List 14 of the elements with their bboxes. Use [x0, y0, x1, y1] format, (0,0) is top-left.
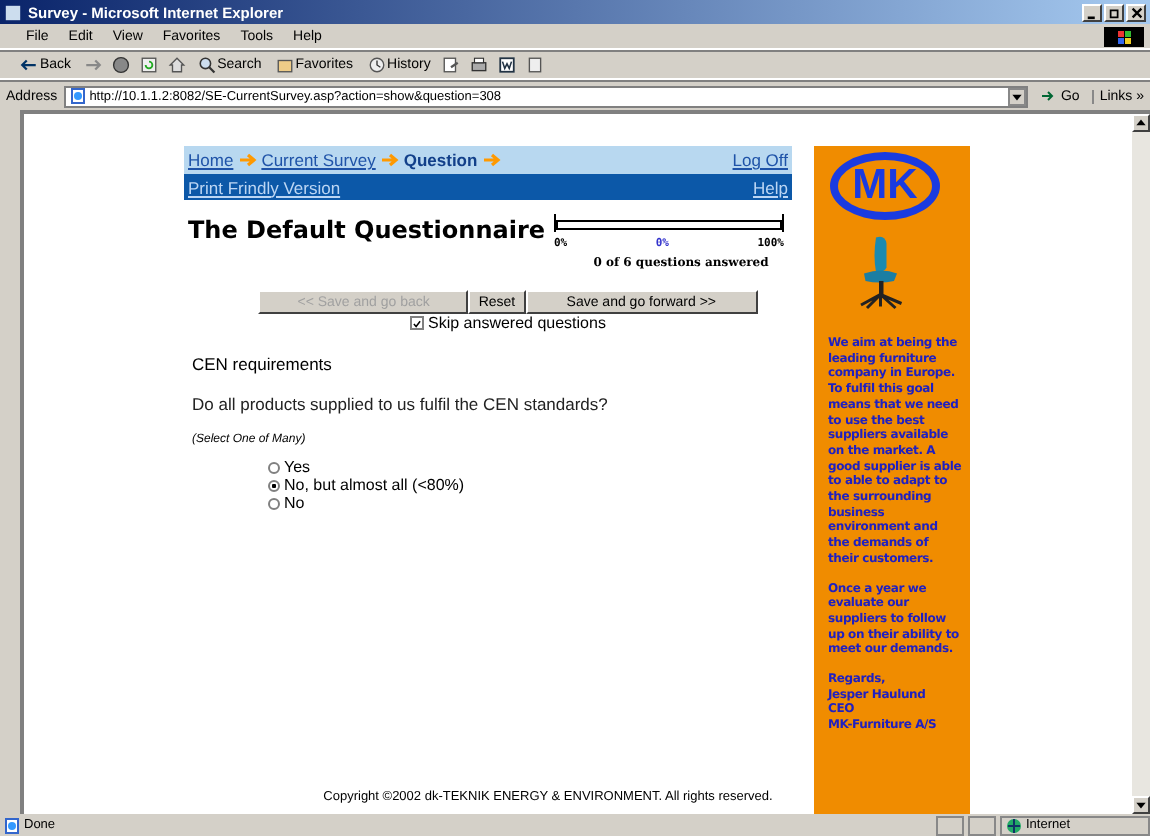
help-link[interactable]: Help [753, 177, 788, 197]
print-link[interactable]: Print Frindly Version [188, 177, 341, 197]
checkbox-label: Skip answered questions [428, 314, 606, 332]
breadcrumb-link[interactable]: Home [188, 150, 234, 170]
option-label: No, but almost all (<80%) [284, 476, 465, 494]
questionnaire-title: The Default Questionnaire [188, 214, 546, 248]
breadcrumb-link[interactable]: Current Survey [261, 150, 376, 170]
option-label: Yes [284, 458, 311, 476]
option-label: No [284, 494, 305, 512]
section-title: CEN requirements [192, 354, 334, 374]
question-text: Do all products supplied to us fulfil the CEN standards? [192, 394, 610, 414]
breadcrumb-link[interactable]: Question [403, 150, 478, 170]
log-off-link[interactable]: Log Off [732, 150, 788, 170]
company-logo: MK [830, 152, 940, 220]
